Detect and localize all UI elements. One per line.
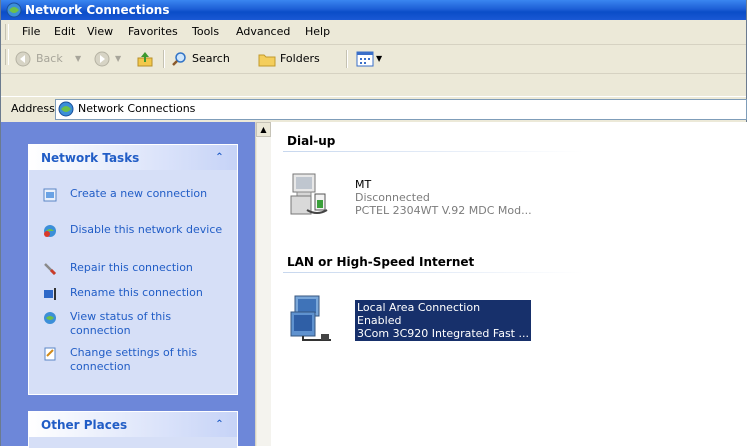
scroll-up-button[interactable]: ▲: [256, 122, 271, 137]
toolbar: Back ▼ ▼ Search Folders ▼: [1, 45, 746, 74]
folders-icon: [258, 54, 276, 67]
collapse-chevron-icon[interactable]: ⌃: [212, 417, 227, 432]
view-status-icon: [44, 312, 56, 324]
menu-advanced[interactable]: Advanced: [236, 20, 290, 44]
other-places-panel: Other Places ⌃: [28, 411, 238, 448]
menu-help[interactable]: Help: [305, 20, 330, 44]
back-dropdown-icon[interactable]: ▼: [75, 50, 81, 68]
scroll-track[interactable]: [256, 138, 272, 446]
window: Network Connections File Edit View Favor…: [0, 0, 748, 448]
task-label: Rename this connection: [70, 286, 203, 299]
network-tasks-header[interactable]: Network Tasks ⌃: [29, 145, 237, 170]
new-connection-icon: [43, 188, 57, 202]
network-tasks-panel: Network Tasks ⌃ Create a new connection …: [28, 144, 238, 395]
forward-dropdown-icon[interactable]: ▼: [115, 50, 121, 68]
other-places-header[interactable]: Other Places ⌃: [29, 412, 237, 437]
connection-status: Enabled: [357, 314, 402, 327]
folders-label: Folders: [280, 52, 320, 65]
menu-favorites[interactable]: Favorites: [128, 20, 178, 44]
group-header-dialup: Dial-up: [287, 134, 336, 148]
menu-bar-grip[interactable]: [5, 24, 9, 40]
connection-device: PCTEL 2304WT V.92 MDC Mod...: [355, 204, 532, 217]
repair-wrench-icon: [44, 263, 57, 276]
views-button[interactable]: ▼: [356, 50, 386, 68]
task-label: Repair this connection: [70, 261, 193, 274]
toolbar-grip[interactable]: [5, 49, 9, 65]
rename-icon: [44, 288, 56, 300]
task-label: Change settings of this connection: [70, 346, 198, 373]
network-connections-icon: [58, 101, 74, 117]
dialup-connection-details: MT Disconnected PCTEL 2304WT V.92 MDC Mo…: [355, 178, 532, 217]
up-folder-button[interactable]: [136, 50, 154, 68]
back-label: Back: [36, 52, 63, 65]
search-icon: [172, 52, 186, 66]
address-field[interactable]: Network Connections: [55, 99, 747, 120]
group-divider: [283, 151, 583, 152]
connection-name: MT: [355, 178, 372, 191]
menu-tools[interactable]: Tools: [192, 20, 219, 44]
address-label: Address: [11, 102, 55, 115]
address-value: Network Connections: [78, 102, 196, 115]
menu-view[interactable]: View: [87, 20, 113, 44]
task-label: Create a new connection: [70, 187, 208, 200]
back-arrow-icon: [15, 51, 31, 67]
lan-connection-icon: [290, 295, 331, 341]
task-label: View status of this connection: [70, 310, 172, 337]
search-label: Search: [192, 52, 230, 65]
connections-list: Dial-up MT Disconnected PCTEL 2304WT V.9…: [271, 122, 748, 446]
window-title: Network Connections: [25, 3, 170, 17]
menu-bar: File Edit View Favorites Tools Advanced …: [1, 20, 746, 45]
folders-button[interactable]: Folders: [258, 50, 338, 68]
toolbar-spacer: [1, 74, 746, 96]
toolbar-separator: [163, 50, 165, 68]
views-dropdown-icon[interactable]: ▼: [376, 50, 382, 68]
back-button[interactable]: Back ▼: [15, 50, 93, 68]
forward-button[interactable]: ▼: [94, 50, 130, 68]
connection-device: 3Com 3C920 Integrated Fast ...: [357, 327, 529, 340]
title-bar[interactable]: Network Connections: [1, 0, 746, 20]
network-connections-icon: [6, 2, 22, 18]
search-button[interactable]: Search: [171, 50, 253, 68]
up-folder-icon: [137, 52, 153, 67]
task-label: Disable this network device: [70, 223, 223, 236]
disable-device-icon: [44, 225, 56, 237]
network-tasks-title: Network Tasks: [41, 151, 140, 165]
group-header-lan: LAN or High-Speed Internet: [287, 255, 475, 269]
connection-status: Disconnected: [355, 191, 430, 204]
task-pane: Network Tasks ⌃ Create a new connection …: [1, 122, 255, 448]
toolbar-separator-2: [346, 50, 348, 68]
forward-arrow-icon: [94, 51, 110, 67]
menu-file[interactable]: File: [22, 20, 40, 44]
address-bar: Address Network Connections: [1, 96, 747, 123]
connection-name: Local Area Connection: [357, 301, 481, 314]
collapse-chevron-icon[interactable]: ⌃: [212, 150, 227, 165]
views-icon: [356, 51, 374, 67]
group-divider: [283, 272, 583, 273]
dialup-connection-icon: [290, 173, 328, 215]
change-settings-icon: [44, 347, 56, 361]
vertical-scrollbar[interactable]: ▲: [255, 122, 272, 446]
lan-connection-details: Local Area Connection Enabled 3Com 3C920…: [355, 300, 531, 341]
other-places-title: Other Places: [41, 418, 128, 432]
menu-edit[interactable]: Edit: [54, 20, 75, 44]
